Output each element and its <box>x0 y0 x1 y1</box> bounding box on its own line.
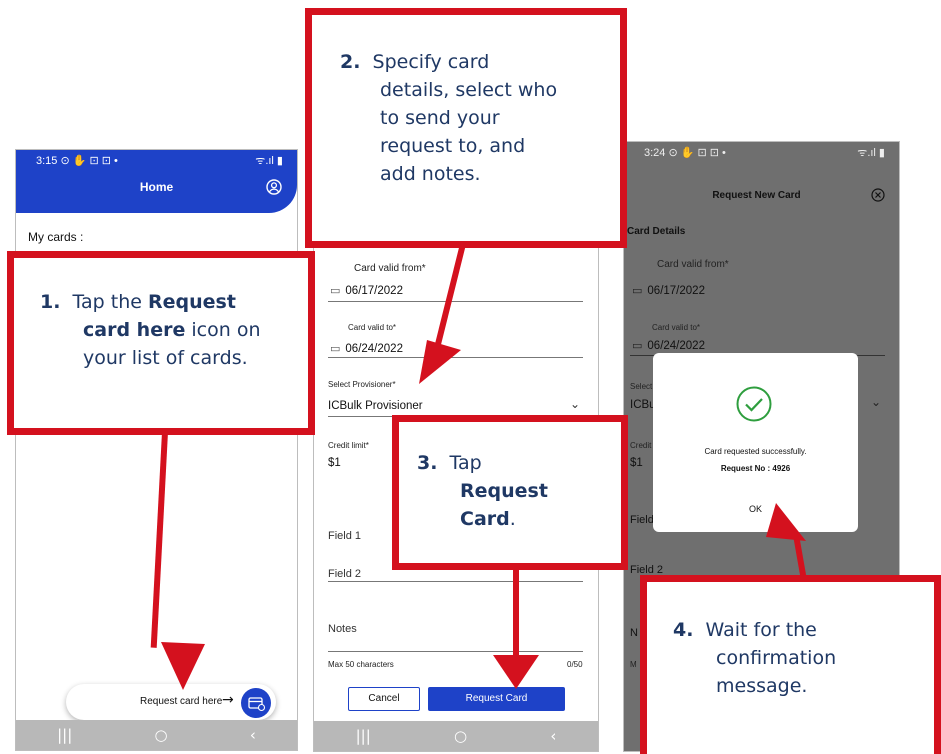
callout-step-4: 4. Wait for the confirmation message. <box>640 575 941 754</box>
credit-limit-input[interactable]: $1 <box>328 457 341 469</box>
field-1-input[interactable]: Field <box>630 514 654 526</box>
notes-input[interactable]: N <box>630 627 638 639</box>
status-time: 3:24 ⊙ ✋ ⊡ ⊡ • <box>644 146 726 159</box>
calendar-icon: ▭ <box>330 284 341 297</box>
valid-to-value: 06/24/2022 <box>647 340 705 352</box>
callout-text: your list of cards. <box>83 347 248 369</box>
check-circle-icon <box>736 386 772 422</box>
credit-limit-label: Credit l <box>630 441 656 450</box>
max-characters-hint: M <box>630 660 637 669</box>
chevron-down-icon[interactable]: ⌄ <box>871 395 881 409</box>
callout-text-bold: Card <box>460 508 510 530</box>
valid-to-label: Card valid to* <box>348 323 397 332</box>
arrow-head-2 <box>419 340 461 384</box>
step-number: 1. <box>40 291 61 313</box>
callout-text: . <box>509 508 516 530</box>
home-button[interactable]: ○ <box>454 727 467 745</box>
calendar-icon: ▭ <box>632 339 643 352</box>
dialog-ok-button[interactable]: OK <box>653 504 858 514</box>
valid-from-label: Card valid from* <box>657 259 729 270</box>
android-nav-bar: ||| ○ ‹ <box>16 720 297 750</box>
back-button[interactable]: ‹ <box>250 726 256 744</box>
callout-text-bold: Request <box>147 291 236 313</box>
callout-text: request to, and <box>380 135 526 157</box>
step-number: 3. <box>417 452 438 474</box>
connector-line-3 <box>513 565 519 655</box>
page-title: Home <box>139 180 174 194</box>
valid-from-field[interactable]: ▭ 06/17/2022 <box>632 284 705 297</box>
arrow-head-1 <box>161 642 205 690</box>
field-2-input[interactable]: Field 2 <box>328 568 361 580</box>
callout-text: Tap <box>449 452 482 474</box>
arrow-head-4 <box>766 503 806 541</box>
valid-to-field[interactable]: ▭ 06/24/2022 <box>330 342 403 355</box>
character-count: 0/50 <box>567 660 583 669</box>
valid-from-value: 06/17/2022 <box>647 285 705 297</box>
credit-limit-value[interactable]: $1 <box>630 457 643 469</box>
arrow-right-icon: → <box>222 692 234 708</box>
field-1-input[interactable]: Field 1 <box>328 530 361 542</box>
step-number: 4. <box>673 619 694 641</box>
callout-text: Wait for the <box>705 619 817 641</box>
notes-input[interactable]: Notes <box>328 623 357 635</box>
android-nav-bar: ||| ○ ‹ <box>314 721 598 751</box>
cancel-button[interactable]: Cancel <box>348 687 420 711</box>
step-number: 2. <box>340 51 361 73</box>
calendar-icon: ▭ <box>330 342 341 355</box>
valid-to-label: Card valid to* <box>652 323 701 332</box>
request-card-here-label[interactable]: Request card here <box>140 696 222 707</box>
dialog-request-number: Request No : 4926 <box>720 464 791 473</box>
divider <box>328 301 583 302</box>
provisioner-label: Select Provisioner* <box>328 380 396 389</box>
callout-text: message. <box>716 675 808 697</box>
back-button[interactable]: ‹ <box>550 727 556 745</box>
card-details-heading: Card Details <box>627 226 686 237</box>
close-circle-icon[interactable] <box>871 188 885 202</box>
valid-to-field[interactable]: ▭ 06/24/2022 <box>632 339 705 352</box>
chevron-down-icon[interactable]: ⌄ <box>570 397 580 411</box>
callout-text: Specify card <box>372 51 490 73</box>
divider <box>328 581 583 582</box>
home-button[interactable]: ○ <box>155 726 168 744</box>
callout-text-bold: card here <box>83 319 186 341</box>
status-icons: ᯤ.ıl ▮ <box>255 154 283 167</box>
callout-text: Tap the <box>72 291 148 313</box>
dialog-message: Card requested successfully. <box>704 447 807 456</box>
callout-text-bold: Request <box>460 480 548 502</box>
phone-screen-home: 3:15 ⊙ ✋ ⊡ ⊡ • ᯤ.ıl ▮ Home My cards : Re… <box>15 149 298 751</box>
select-value[interactable]: ICBu <box>630 399 656 411</box>
provisioner-select[interactable]: ICBulk Provisioner <box>328 400 423 412</box>
status-time: 3:15 ⊙ ✋ ⊡ ⊡ • <box>36 154 118 167</box>
credit-limit-label: Credit limit* <box>328 441 369 450</box>
select-label: Select <box>630 382 653 391</box>
status-bar: 3:24 ⊙ ✋ ⊡ ⊡ • ᯤ.ıl ▮ <box>624 142 899 162</box>
callout-step-3: 3. Tap Request Card. <box>392 415 628 570</box>
callout-text: icon on <box>185 319 261 341</box>
callout-text: confirmation <box>716 647 837 669</box>
valid-to-value: 06/24/2022 <box>345 343 403 355</box>
arrow-head-3 <box>493 655 539 689</box>
page-title: Request New Card <box>712 190 801 201</box>
calendar-icon: ▭ <box>632 284 643 297</box>
card-request-icon[interactable] <box>241 688 271 718</box>
callout-step-2: 2. Specify card details, select who to s… <box>305 8 627 248</box>
recent-apps-button[interactable]: ||| <box>356 727 371 745</box>
callout-text: add notes. <box>380 163 481 185</box>
status-icons: ᯤ.ıl ▮ <box>857 146 885 159</box>
divider <box>328 651 583 652</box>
recent-apps-button[interactable]: ||| <box>57 726 72 744</box>
valid-from-field[interactable]: ▭ 06/17/2022 <box>330 284 403 297</box>
valid-from-value: 06/17/2022 <box>345 285 403 297</box>
callout-text: details, select who <box>380 79 558 101</box>
my-cards-label: My cards : <box>28 230 84 244</box>
status-bar: 3:15 ⊙ ✋ ⊡ ⊡ • ᯤ.ıl ▮ <box>16 150 297 170</box>
valid-from-label: Card valid from* <box>354 263 426 274</box>
user-circle-icon[interactable] <box>266 179 282 195</box>
callout-text: to send your <box>380 107 500 129</box>
max-characters-hint: Max 50 characters <box>328 660 394 669</box>
callout-step-1: 1. Tap the Request card here icon on you… <box>7 251 315 435</box>
